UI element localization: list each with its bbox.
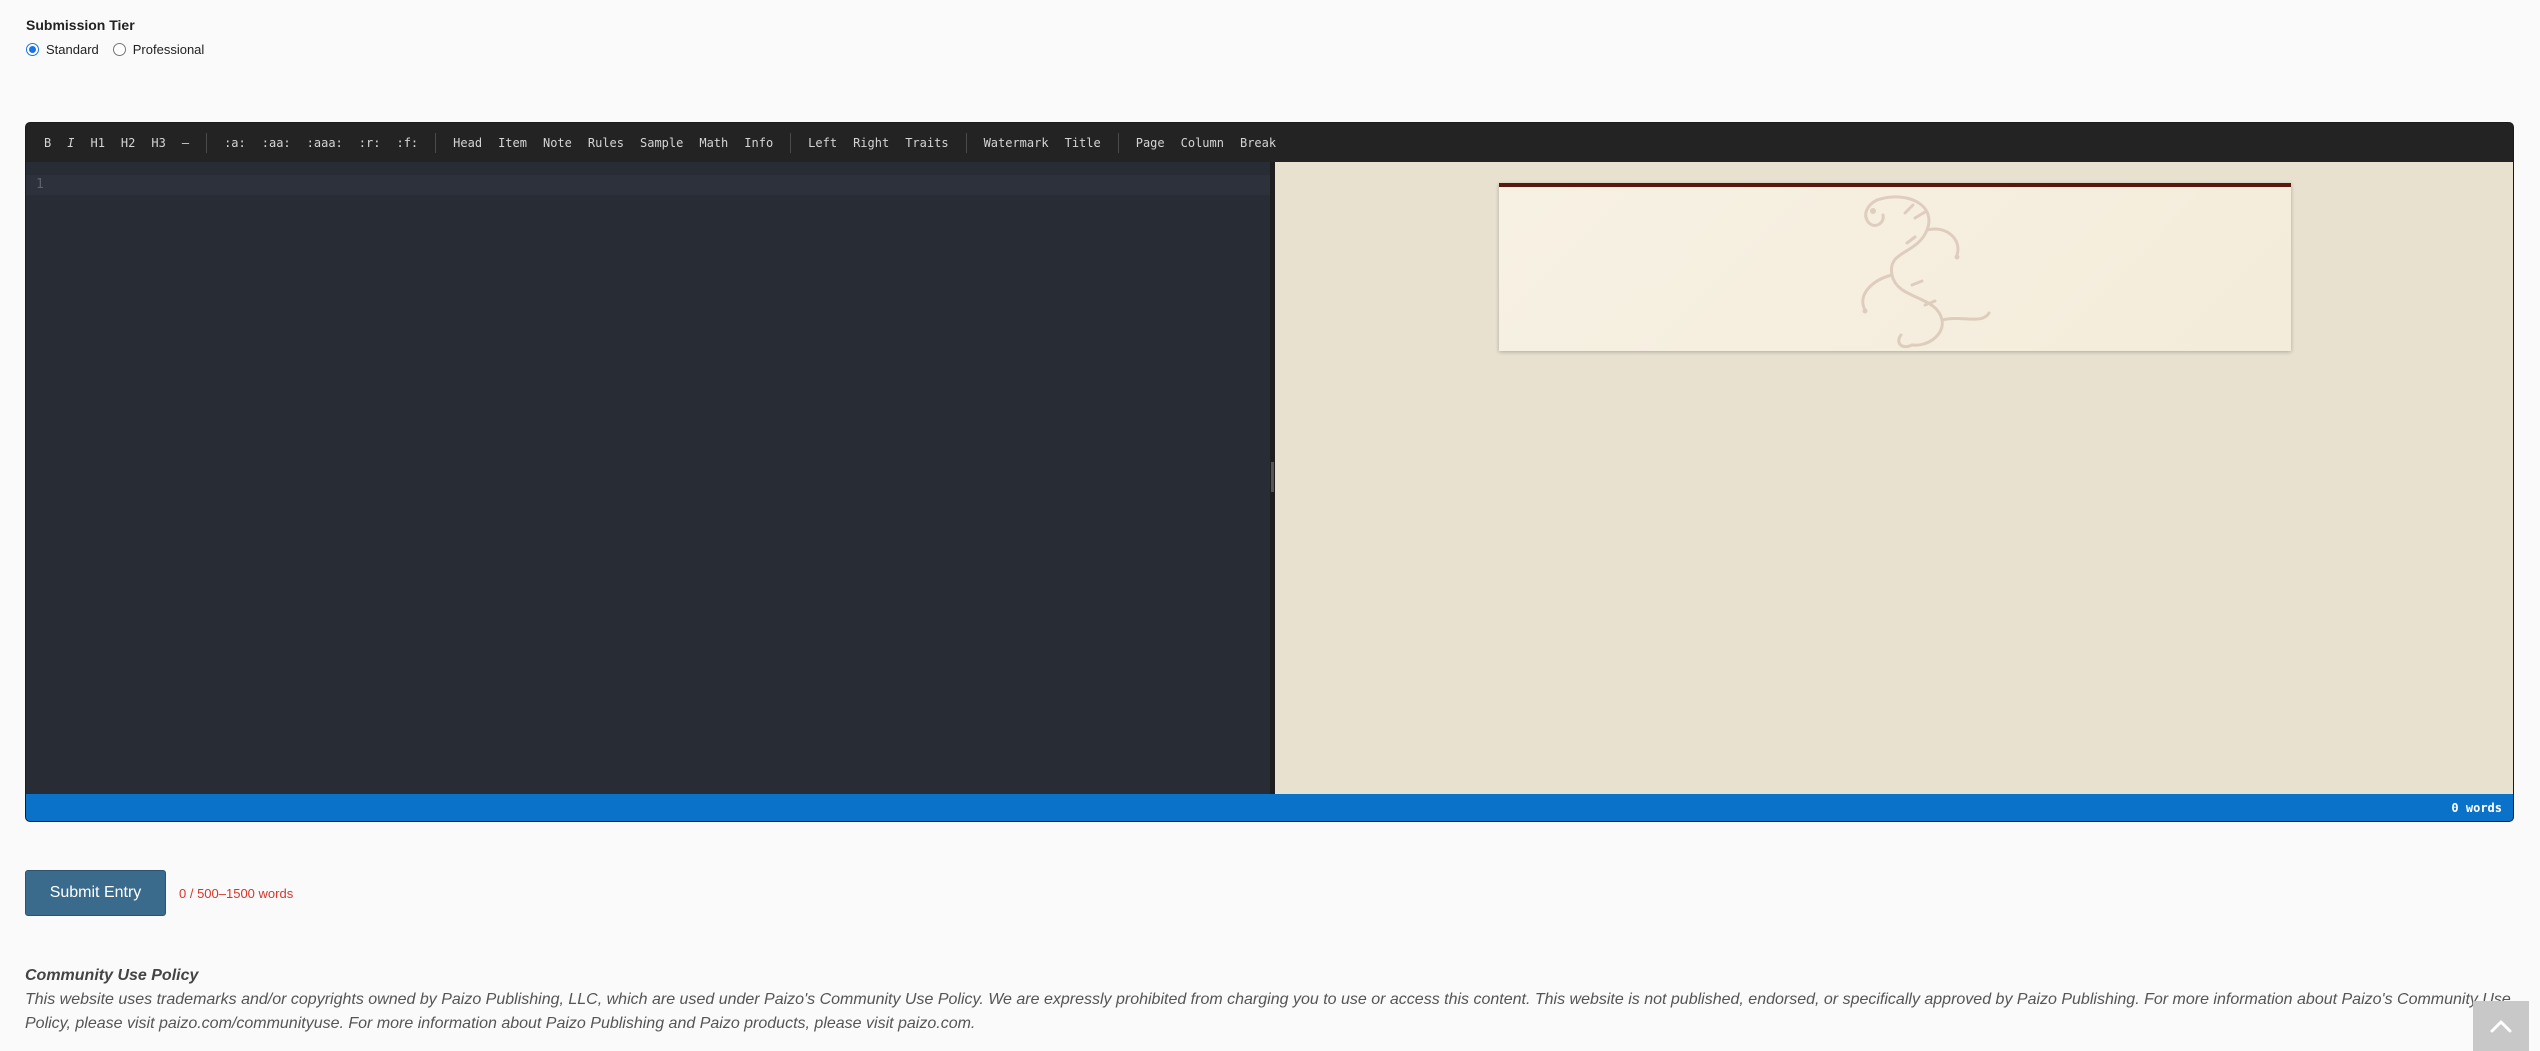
professional-radio[interactable] bbox=[112, 43, 126, 56]
word-requirement: 0 / 500–1500 words bbox=[179, 885, 294, 901]
submit-entry-button[interactable]: Submit Entry bbox=[25, 870, 166, 916]
toolbar-separator bbox=[965, 132, 967, 153]
line-number: 1 bbox=[36, 177, 44, 192]
editor-status-bar: 0 words bbox=[26, 794, 2513, 821]
toolbar-action-2-button[interactable]: :aa: bbox=[254, 133, 299, 153]
toolbar-right-button[interactable]: Right bbox=[845, 133, 897, 153]
toolbar-note-button[interactable]: Note bbox=[535, 133, 580, 153]
toolbar-head-button[interactable]: Head bbox=[445, 133, 490, 153]
standard-label: Standard bbox=[46, 42, 99, 57]
toolbar-separator bbox=[790, 132, 792, 153]
editor-toolbar: B I H1 H2 H3—:a::aa::aaa::r::f: Head Item Note R… bbox=[26, 123, 2513, 162]
toolbar-break-button[interactable]: Break bbox=[1232, 133, 1284, 153]
toolbar-separator bbox=[206, 132, 208, 153]
toolbar-traits-button[interactable]: Traits bbox=[897, 133, 956, 153]
tier-option-professional[interactable]: Professional bbox=[112, 42, 205, 57]
active-line-highlight bbox=[26, 175, 1270, 195]
toolbar-page-button[interactable]: Page bbox=[1128, 133, 1173, 153]
toolbar-bold-button[interactable]: B bbox=[36, 133, 59, 153]
tier-option-standard[interactable]: Standard bbox=[26, 42, 99, 57]
toolbar-h3-button[interactable]: H3 bbox=[143, 133, 173, 153]
submit-row: Submit Entry 0 / 500–1500 words bbox=[25, 870, 293, 916]
toolbar-reaction-button[interactable]: :r: bbox=[351, 133, 389, 153]
policy-text: This website uses trademarks and/or copy… bbox=[25, 991, 2511, 1032]
toolbar-math-button[interactable]: Math bbox=[691, 133, 736, 153]
professional-label: Professional bbox=[132, 42, 205, 57]
toolbar-action-1-button[interactable]: :a: bbox=[216, 133, 254, 153]
editor-panes: 1 bbox=[26, 162, 2513, 794]
toolbar-action-3-button[interactable]: :aaa: bbox=[299, 133, 351, 153]
toolbar-free-action-button[interactable]: :f: bbox=[388, 133, 426, 153]
toolbar-sample-button[interactable]: Sample bbox=[632, 133, 691, 153]
preview-page bbox=[1499, 183, 2291, 351]
toolbar-separator bbox=[1117, 132, 1119, 153]
toolbar-rules-button[interactable]: Rules bbox=[580, 133, 632, 153]
toolbar-title-button[interactable]: Title bbox=[1057, 133, 1109, 153]
divider-drag-handle[interactable] bbox=[1271, 462, 1274, 492]
toolbar-item-button[interactable]: Item bbox=[490, 133, 535, 153]
toolbar-italic-button[interactable]: I bbox=[59, 133, 82, 153]
toolbar-watermark-button[interactable]: Watermark bbox=[976, 133, 1057, 153]
toolbar-h2-button[interactable]: H2 bbox=[113, 133, 143, 153]
community-use-policy: Community Use Policy This website uses t… bbox=[25, 966, 2515, 1036]
markdown-editor: B I H1 H2 H3—:a::aa::aaa::r::f: Head Item Note R… bbox=[25, 122, 2514, 822]
word-count: 0 words bbox=[2451, 800, 2502, 815]
toolbar-left-button[interactable]: Left bbox=[800, 133, 845, 153]
policy-title: Community Use Policy bbox=[25, 967, 199, 984]
toolbar-separator bbox=[435, 132, 437, 153]
toolbar-horizontal-rule-button[interactable]: — bbox=[174, 133, 197, 153]
tier-radio-group: Standard Professional bbox=[26, 42, 218, 57]
toolbar-info-button[interactable]: Info bbox=[736, 133, 781, 153]
standard-radio[interactable] bbox=[26, 43, 39, 56]
submission-tier: Submission Tier Standard Professional bbox=[26, 16, 218, 57]
dragon-icon bbox=[1861, 195, 1991, 349]
code-pane[interactable]: 1 bbox=[26, 162, 1270, 794]
preview-pane bbox=[1275, 162, 2513, 794]
scroll-to-top-button[interactable] bbox=[2473, 1001, 2529, 1051]
toolbar-column-button[interactable]: Column bbox=[1173, 133, 1232, 153]
chevron-up-icon bbox=[2490, 1020, 2512, 1033]
submission-tier-title: Submission Tier bbox=[26, 17, 135, 33]
toolbar-h1-button[interactable]: H1 bbox=[82, 133, 112, 153]
